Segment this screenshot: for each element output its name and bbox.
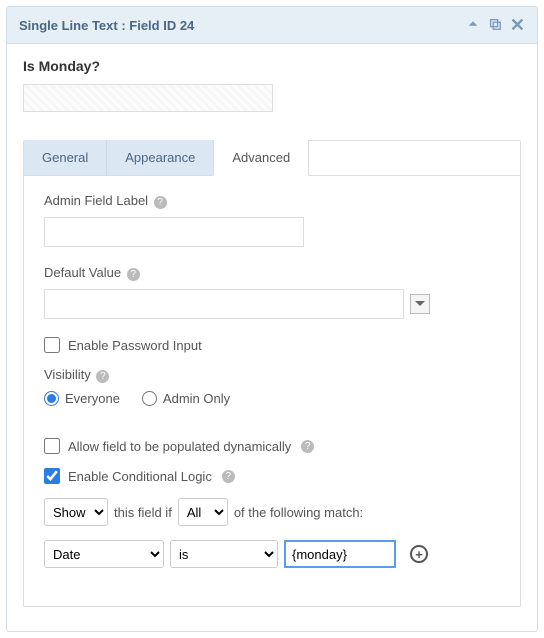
panel-title: Single Line Text : Field ID 24: [19, 18, 466, 33]
help-icon[interactable]: ?: [154, 196, 167, 209]
admin-label-input[interactable]: [44, 217, 304, 247]
tab-appearance[interactable]: Appearance: [106, 140, 214, 176]
logic-text-mid: this field if: [114, 505, 172, 520]
visibility-options: Everyone Admin Only: [44, 391, 500, 406]
field-settings-panel: Single Line Text : Field ID 24 ✕ Is Mond…: [6, 6, 538, 632]
visibility-admin-radio[interactable]: [142, 391, 157, 406]
default-value-input[interactable]: [44, 289, 404, 319]
admin-label-label: Admin Field Label ?: [44, 193, 500, 209]
tabs-row: General Appearance Advanced: [24, 141, 520, 176]
help-icon[interactable]: ?: [222, 470, 235, 483]
conditional-checkbox[interactable]: [44, 468, 60, 484]
dynamic-checkbox[interactable]: [44, 438, 60, 454]
help-icon[interactable]: ?: [301, 440, 314, 453]
help-icon[interactable]: ?: [127, 268, 140, 281]
dynamic-populate-row: Allow field to be populated dynamically …: [44, 438, 500, 454]
admin-label-group: Admin Field Label ?: [44, 193, 500, 247]
delete-icon[interactable]: ✕: [510, 16, 525, 34]
visibility-label: Visibility ?: [44, 367, 500, 383]
rule-operator-select[interactable]: is: [170, 540, 278, 568]
dynamic-label: Allow field to be populated dynamically: [68, 439, 291, 454]
merge-tag-button[interactable]: [410, 294, 430, 314]
field-label: Is Monday?: [23, 58, 521, 74]
password-label: Enable Password Input: [68, 338, 202, 353]
logic-match-select[interactable]: All: [178, 498, 228, 526]
add-rule-button[interactable]: +: [410, 545, 428, 563]
logic-text-end: of the following match:: [234, 505, 363, 520]
panel-header: Single Line Text : Field ID 24 ✕: [7, 7, 537, 44]
tab-general[interactable]: General: [24, 140, 107, 176]
tab-advanced[interactable]: Advanced: [213, 140, 309, 176]
visibility-everyone[interactable]: Everyone: [44, 391, 120, 406]
tab-content-advanced: Admin Field Label ? Default Value ? Enab…: [24, 175, 520, 606]
panel-body: Is Monday? General Appearance Advanced A…: [7, 44, 537, 631]
rule-value-input[interactable]: [284, 540, 396, 568]
conditional-label: Enable Conditional Logic: [68, 469, 212, 484]
visibility-everyone-radio[interactable]: [44, 391, 59, 406]
logic-sentence-row: Show this field if All of the following …: [44, 498, 500, 526]
tab-spacer: [309, 141, 520, 176]
default-value-group: Default Value ?: [44, 265, 500, 319]
password-input-row: Enable Password Input: [44, 337, 500, 353]
field-preview-input[interactable]: [23, 84, 273, 112]
help-icon[interactable]: ?: [96, 370, 109, 383]
duplicate-icon[interactable]: [488, 17, 502, 34]
logic-rule-row: Date is +: [44, 540, 500, 568]
default-value-label: Default Value ?: [44, 265, 500, 281]
panel-header-actions: ✕: [466, 16, 525, 34]
tabs-container: General Appearance Advanced Admin Field …: [23, 140, 521, 607]
collapse-icon[interactable]: [466, 17, 480, 34]
conditional-logic-row: Enable Conditional Logic ?: [44, 468, 500, 484]
visibility-admin[interactable]: Admin Only: [142, 391, 230, 406]
visibility-group: Visibility ? Everyone Admin Only: [44, 367, 500, 406]
password-checkbox[interactable]: [44, 337, 60, 353]
rule-field-select[interactable]: Date: [44, 540, 164, 568]
logic-action-select[interactable]: Show: [44, 498, 108, 526]
